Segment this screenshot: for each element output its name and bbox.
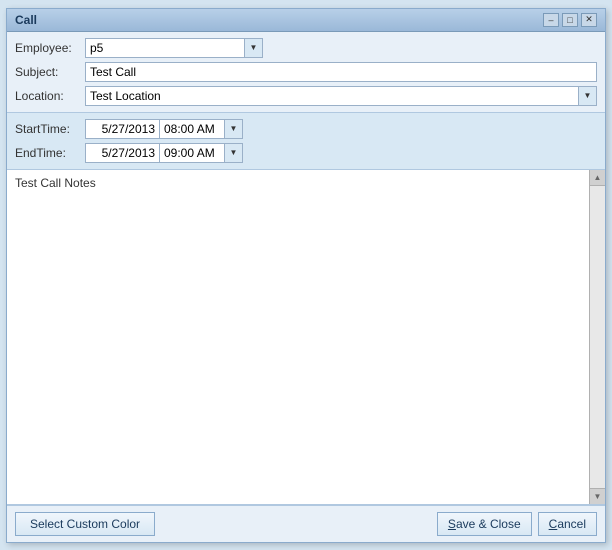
call-dialog: Call – □ ✕ Employee: ▼ Subject: Location…: [6, 8, 606, 543]
start-time-label: StartTime:: [15, 122, 85, 136]
start-time-row: StartTime: ▼: [15, 119, 597, 139]
footer-right: Save & Close Cancel: [437, 512, 597, 536]
location-field[interactable]: [85, 86, 579, 106]
scrollbar-down-btn[interactable]: ▼: [590, 488, 605, 504]
employee-dropdown-btn[interactable]: ▼: [245, 38, 263, 58]
close-button[interactable]: ✕: [581, 13, 597, 27]
title-bar-controls: – □ ✕: [543, 13, 597, 27]
employee-row: Employee: ▼: [15, 38, 597, 58]
scrollbar-up-btn[interactable]: ▲: [590, 170, 605, 186]
start-time-input-group: ▼: [85, 119, 243, 139]
start-time-dropdown-btn[interactable]: ▼: [225, 119, 243, 139]
time-section: StartTime: ▼ EndTime: ▼: [7, 113, 605, 170]
end-time-label: EndTime:: [15, 146, 85, 160]
location-row: Location: ▼: [15, 86, 597, 106]
select-custom-color-button[interactable]: Select Custom Color: [15, 512, 155, 536]
title-bar-left: Call: [15, 13, 37, 27]
footer: Select Custom Color Save & Close Cancel: [7, 505, 605, 542]
title-bar: Call – □ ✕: [7, 9, 605, 32]
subject-label: Subject:: [15, 65, 85, 79]
notes-field[interactable]: Test Call Notes: [7, 170, 605, 504]
employee-input-group: ▼: [85, 38, 263, 58]
employee-field[interactable]: [85, 38, 245, 58]
form-area: Employee: ▼ Subject: Location: ▼: [7, 32, 605, 113]
cancel-button[interactable]: Cancel: [538, 512, 597, 536]
start-time-field[interactable]: [160, 119, 225, 139]
maximize-button[interactable]: □: [562, 13, 578, 27]
notes-area: Test Call Notes ▲ ▼: [7, 170, 605, 505]
end-time-dropdown-btn[interactable]: ▼: [225, 143, 243, 163]
location-dropdown-btn[interactable]: ▼: [579, 86, 597, 106]
location-input-group: ▼: [85, 86, 597, 106]
save-close-button[interactable]: Save & Close: [437, 512, 532, 536]
subject-field[interactable]: [85, 62, 597, 82]
end-date-field[interactable]: [85, 143, 160, 163]
subject-row: Subject:: [15, 62, 597, 82]
minimize-button[interactable]: –: [543, 13, 559, 27]
location-label: Location:: [15, 89, 85, 103]
start-date-field[interactable]: [85, 119, 160, 139]
dialog-title: Call: [15, 13, 37, 27]
end-time-input-group: ▼: [85, 143, 243, 163]
end-time-row: EndTime: ▼: [15, 143, 597, 163]
end-time-field[interactable]: [160, 143, 225, 163]
employee-label: Employee:: [15, 41, 85, 55]
footer-left: Select Custom Color: [15, 512, 155, 536]
cancel-label: Cancel: [549, 517, 586, 531]
save-close-label: Save & Close: [448, 517, 521, 531]
scrollbar: ▲ ▼: [589, 170, 605, 504]
